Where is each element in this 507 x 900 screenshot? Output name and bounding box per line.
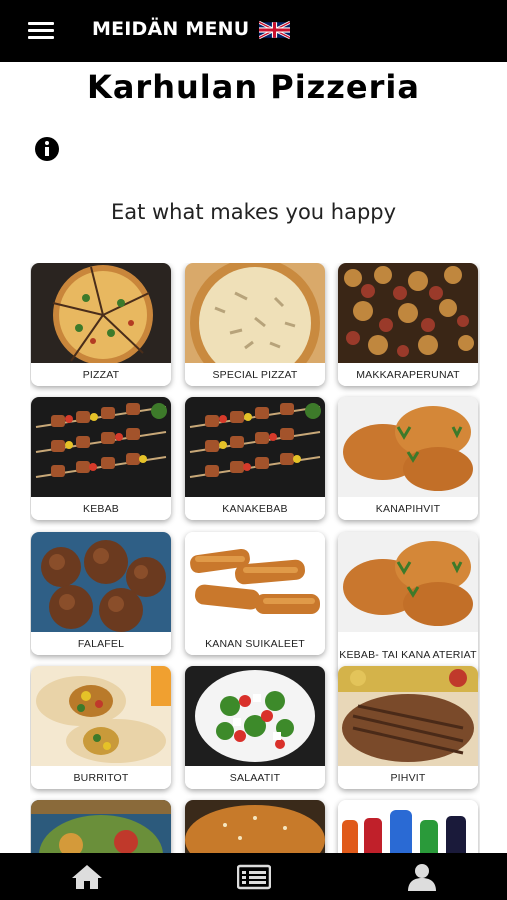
category-label: MAKKARAPERUNAT <box>338 363 478 386</box>
category-label: KEBAB <box>31 497 171 520</box>
steak-image <box>338 666 478 766</box>
tagline: Eat what makes you happy <box>110 200 397 224</box>
category-card-row5-3[interactable] <box>338 800 478 853</box>
drinks-image <box>338 800 478 853</box>
category-card-pihvit[interactable]: PIHVIT <box>338 666 478 789</box>
chicken-kebab-image <box>185 397 325 497</box>
category-card-burritot[interactable]: BURRITOT <box>31 666 171 789</box>
category-card-special-pizzat[interactable]: SPECIAL PIZZAT <box>185 263 325 386</box>
category-card-falafel[interactable]: FALAFEL <box>31 532 171 655</box>
burger-image <box>185 800 325 853</box>
kebab-skewers-image <box>31 397 171 497</box>
category-card-kanan-suikaleet[interactable]: KANAN SUIKALEET <box>185 532 325 655</box>
category-card-kebab-tai-kana-ateriat[interactable]: KEBAB- TAI KANA ATERIAT <box>338 532 478 678</box>
home-icon[interactable] <box>70 863 104 891</box>
top-app-bar: MEIDÄN MENU <box>0 0 507 62</box>
category-label: BURRITOT <box>31 766 171 789</box>
category-card-kebab[interactable]: KEBAB <box>31 397 171 520</box>
category-label: FALAFEL <box>31 632 171 655</box>
special-pizza-image <box>185 263 325 363</box>
category-grid: PIZZAT SPECIAL PIZZAT MAKKARAPERUNAT KEB… <box>30 263 480 853</box>
category-card-row5-1[interactable] <box>31 800 171 853</box>
list-icon[interactable] <box>237 863 271 891</box>
category-label: KANAKEBAB <box>185 497 325 520</box>
hamburger-menu-icon[interactable] <box>28 22 54 40</box>
info-icon[interactable] <box>35 137 59 161</box>
category-label: SPECIAL PIZZAT <box>185 363 325 386</box>
category-card-row5-2[interactable] <box>185 800 325 853</box>
category-label: KANAN SUIKALEET <box>185 632 325 655</box>
category-card-salaatit[interactable]: SALAATIT <box>185 666 325 789</box>
appetizers-image <box>31 800 171 853</box>
pizza-image <box>31 263 171 363</box>
category-card-makkaraperunat[interactable]: MAKKARAPERUNAT <box>338 263 478 386</box>
user-icon[interactable] <box>405 863 439 891</box>
restaurant-name: Karhulan Pizzeria <box>87 68 420 106</box>
bottom-navigation <box>0 853 507 900</box>
burrito-image <box>31 666 171 766</box>
category-label: SALAATIT <box>185 766 325 789</box>
salad-image <box>185 666 325 766</box>
chicken-meal-image <box>338 532 478 632</box>
chicken-strips-image <box>185 532 325 632</box>
sausage-potatoes-image <box>338 263 478 363</box>
category-label: KANAPIHVIT <box>338 497 478 520</box>
chicken-fillets-image <box>338 397 478 497</box>
category-card-pizzat[interactable]: PIZZAT <box>31 263 171 386</box>
category-card-kanapihvit[interactable]: KANAPIHVIT <box>338 397 478 520</box>
falafel-image <box>31 532 171 632</box>
menu-title: MEIDÄN MENU <box>92 18 250 40</box>
category-card-kanakebab[interactable]: KANAKEBAB <box>185 397 325 520</box>
uk-flag-icon[interactable] <box>259 20 290 40</box>
category-label: PIZZAT <box>31 363 171 386</box>
category-label: PIHVIT <box>338 766 478 789</box>
